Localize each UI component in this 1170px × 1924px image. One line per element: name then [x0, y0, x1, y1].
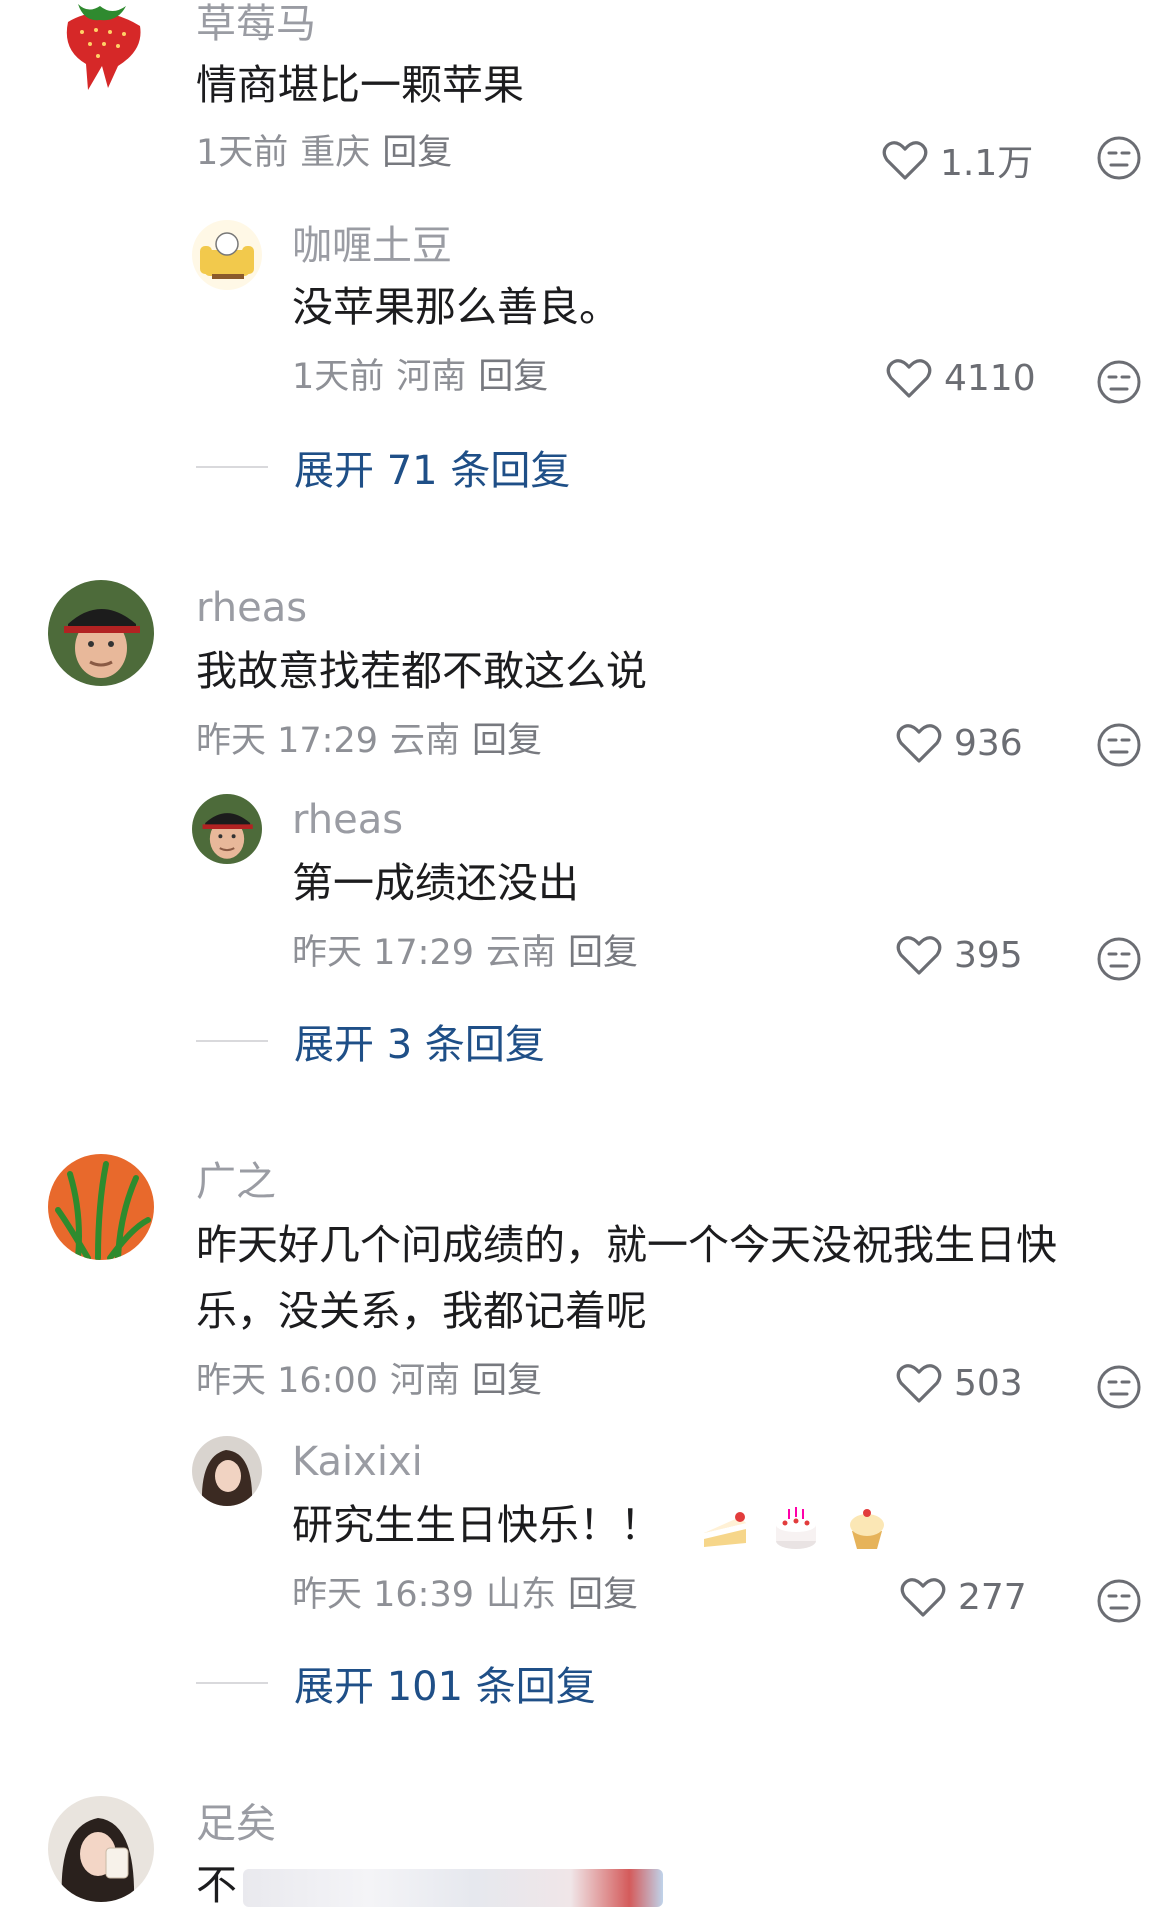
- comment-username[interactable]: 广之: [196, 1162, 276, 1202]
- plant-avatar-icon: [48, 1154, 154, 1260]
- comment-text-line: 乐，没关系，我都记着呢: [196, 1287, 647, 1335]
- heart-outline-icon: [900, 1578, 946, 1617]
- reply-button[interactable]: 回复: [382, 133, 452, 173]
- avatar[interactable]: [192, 794, 262, 864]
- divider: [196, 1682, 268, 1684]
- heart-outline-icon: [896, 936, 942, 975]
- comment-meta: 昨天 16:00 河南 回复: [196, 1364, 554, 1399]
- expand-replies-label[interactable]: 展开 71 条回复: [294, 438, 570, 496]
- comment-location: 云南: [390, 721, 461, 761]
- comment-time: 1天前: [196, 133, 289, 173]
- man-in-cap-avatar-icon: [192, 794, 262, 864]
- dislike-button[interactable]: [1096, 722, 1142, 768]
- avatar[interactable]: [48, 1154, 154, 1260]
- comment-text: 情商堪比一颗苹果: [196, 61, 524, 109]
- avatar[interactable]: [48, 0, 154, 98]
- dislike-button[interactable]: [1096, 359, 1142, 405]
- reply-username[interactable]: 咖喱土豆: [292, 226, 452, 266]
- comment-time: 昨天 17:29: [196, 721, 378, 761]
- reply-location: 河南: [396, 357, 467, 397]
- heart-outline-icon: [882, 141, 928, 180]
- comment-location: 河南: [390, 1361, 461, 1401]
- comment-text: 不: [196, 1852, 663, 1918]
- avatar[interactable]: [48, 1796, 154, 1902]
- blurred-text: [243, 1869, 663, 1907]
- like-button[interactable]: 936: [896, 722, 1023, 764]
- like-button[interactable]: 1.1万: [882, 134, 1033, 186]
- man-in-cap-avatar-icon: [48, 580, 154, 686]
- reply-meta: 昨天 16:39 山东 回复: [292, 1578, 650, 1613]
- expand-replies-button[interactable]: 展开 3 条回复: [196, 1012, 545, 1070]
- heart-outline-icon: [896, 1364, 942, 1403]
- reply-username[interactable]: Kaixixi: [292, 1442, 423, 1482]
- dislike-button[interactable]: [1096, 135, 1142, 181]
- comment-time: 昨天 16:00: [196, 1361, 378, 1401]
- reply-button[interactable]: 回复: [472, 721, 542, 761]
- avatar[interactable]: [192, 220, 262, 290]
- reply-text: 研究生生日快乐！！: [292, 1492, 892, 1558]
- reply-button[interactable]: 回复: [472, 1361, 542, 1401]
- reply-button[interactable]: 回复: [478, 357, 548, 397]
- comment-text-start: 不: [196, 1861, 237, 1909]
- like-button[interactable]: 277: [900, 1576, 1027, 1618]
- unamused-face-icon: [1097, 723, 1141, 767]
- reply-location: 云南: [486, 933, 557, 973]
- comment-username[interactable]: 草莓马: [196, 4, 316, 44]
- girl-selfie-avatar-icon: [48, 1796, 154, 1902]
- reply-location: 山东: [486, 1575, 557, 1615]
- comment-location: 重庆: [300, 133, 371, 173]
- like-button[interactable]: 4110: [886, 357, 1036, 399]
- like-button[interactable]: 503: [896, 1362, 1023, 1404]
- like-count: 1.1万: [940, 143, 1034, 184]
- heart-outline-icon: [886, 359, 932, 398]
- dislike-button[interactable]: [1096, 936, 1142, 982]
- dislike-button[interactable]: [1096, 1578, 1142, 1624]
- reply-text: 没苹果那么善良。: [292, 283, 620, 331]
- reply-meta: 昨天 17:29 云南 回复: [292, 936, 650, 971]
- comment-text: 我故意找茬都不敢这么说: [196, 647, 647, 695]
- expand-replies-label[interactable]: 展开 101 条回复: [294, 1654, 596, 1712]
- expand-replies-button[interactable]: 展开 71 条回复: [196, 438, 570, 496]
- dislike-button[interactable]: [1096, 1364, 1142, 1410]
- comment-username[interactable]: 足矣: [196, 1804, 276, 1844]
- avatar[interactable]: [48, 580, 154, 686]
- cartoon-armchair-avatar-icon: [192, 220, 262, 290]
- reply-button[interactable]: 回复: [568, 933, 638, 973]
- comment-text-line: 昨天好几个问成绩的，就一个今天没祝我生日快: [196, 1221, 1057, 1269]
- expand-replies-button[interactable]: 展开 101 条回复: [196, 1654, 596, 1712]
- avatar[interactable]: [192, 1436, 262, 1506]
- reply-text: 第一成绩还没出: [292, 859, 579, 907]
- reply-meta: 1天前 河南 回复: [292, 360, 560, 395]
- comment-username[interactable]: rheas: [196, 588, 307, 628]
- comment-meta: 昨天 17:29 云南 回复: [196, 724, 554, 759]
- like-button[interactable]: 395: [896, 934, 1023, 976]
- like-count: 395: [954, 934, 1023, 976]
- comment-meta: 1天前 重庆 回复: [196, 136, 464, 171]
- like-count: 277: [958, 1576, 1027, 1618]
- reply-button[interactable]: 回复: [568, 1575, 638, 1615]
- divider: [196, 466, 268, 468]
- reply-time: 昨天 17:29: [292, 933, 474, 973]
- birthday-cake-icon: [771, 1503, 821, 1553]
- unamused-face-icon: [1097, 360, 1141, 404]
- unamused-face-icon: [1097, 937, 1141, 981]
- heart-outline-icon: [896, 724, 942, 763]
- unamused-face-icon: [1097, 1579, 1141, 1623]
- reply-username[interactable]: rheas: [292, 800, 403, 840]
- divider: [196, 1040, 268, 1042]
- like-count: 4110: [944, 357, 1036, 399]
- like-count: 936: [954, 722, 1023, 764]
- cake-slice-icon: [700, 1503, 750, 1553]
- expand-replies-label[interactable]: 展开 3 条回复: [294, 1012, 545, 1070]
- reply-text-content: 研究生生日快乐！！: [292, 1501, 661, 1549]
- reply-time: 昨天 16:39: [292, 1575, 474, 1615]
- girl-portrait-avatar-icon: [192, 1436, 262, 1506]
- like-count: 503: [954, 1362, 1023, 1404]
- unamused-face-icon: [1097, 1365, 1141, 1409]
- unamused-face-icon: [1097, 136, 1141, 180]
- strawberry-avatar-icon: [48, 0, 154, 98]
- cupcake-icon: [842, 1503, 892, 1553]
- reply-time: 1天前: [292, 357, 385, 397]
